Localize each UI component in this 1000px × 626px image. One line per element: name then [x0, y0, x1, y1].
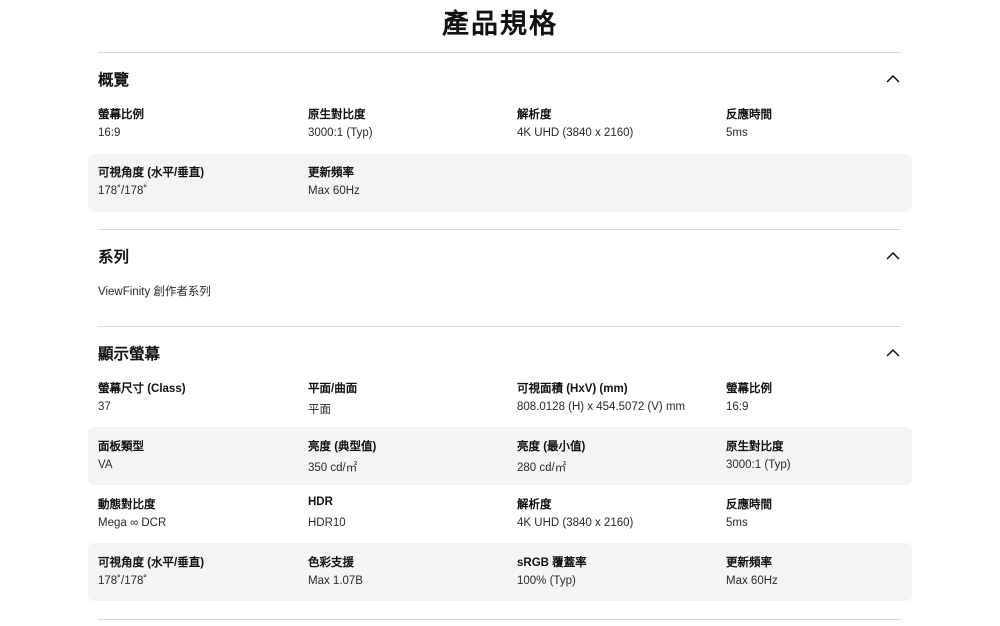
spec-label: 可視面積 (HxV) (mm): [517, 383, 628, 395]
spec-value: 5ms: [726, 517, 748, 529]
spec-value: 4K UHD (3840 x 2160): [517, 127, 634, 139]
spec-value: HDR10: [308, 517, 346, 529]
page-title: 產品規格: [442, 9, 558, 39]
spec-label: 亮度 (最小值): [517, 441, 586, 453]
spec-value: 100% (Typ): [517, 575, 576, 587]
spec-label: 亮度 (典型值): [308, 441, 377, 453]
spec-label: 色彩支援: [308, 557, 354, 569]
spec-row: 可視角度 (水平/垂直) 178˚/178˚ 色彩支援 Max 1.07B sR…: [88, 543, 912, 601]
spec-value: 37: [98, 401, 111, 413]
spec-label: 反應時間: [726, 499, 772, 511]
spec-value: Max 1.07B: [308, 575, 363, 587]
chevron-up-icon[interactable]: [883, 345, 903, 359]
section-title-series[interactable]: 系列: [98, 245, 129, 267]
spec-value: 16:9: [726, 401, 749, 413]
spec-label: 螢幕比例: [726, 383, 772, 395]
section-title-display[interactable]: 顯示螢幕: [98, 342, 160, 364]
spec-value: 4K UHD (3840 x 2160): [517, 517, 634, 529]
spec-value: Mega ∞ DCR: [98, 517, 167, 529]
spec-value: 3000:1 (Typ): [308, 127, 373, 139]
spec-row: 螢幕比例 16:9 原生對比度 3000:1 (Typ) 解析度 4K UHD …: [88, 101, 912, 159]
spec-value: 16:9: [98, 127, 121, 139]
spec-label: 平面/曲面: [308, 383, 358, 395]
chevron-up-icon[interactable]: [883, 71, 903, 85]
spec-label: 解析度: [517, 499, 552, 511]
section-title-overview[interactable]: 概覽: [98, 68, 129, 90]
chevron-up-icon[interactable]: [883, 248, 903, 262]
spec-value: Max 60Hz: [308, 185, 360, 197]
spec-label: 解析度: [517, 109, 552, 121]
spec-label: 可視角度 (水平/垂直): [98, 167, 205, 179]
spec-value: 178˚/178˚: [98, 575, 148, 587]
spec-label: sRGB 覆蓋率: [517, 557, 587, 569]
section-divider: [98, 229, 901, 230]
spec-label: 反應時間: [726, 109, 772, 121]
spec-row: 動態對比度 Mega ∞ DCR HDR HDR10 解析度 4K UHD (3…: [88, 485, 912, 543]
spec-page: 產品規格 概覽 螢幕比例 16:9 原生對比度 3000:1 (Typ) 解析度…: [0, 0, 1000, 626]
spec-row: 面板類型 VA 亮度 (典型值) 350 cd/㎡ 亮度 (最小值) 280 c…: [88, 427, 912, 485]
spec-label: 原生對比度: [308, 109, 366, 121]
spec-value: VA: [98, 459, 113, 471]
section-divider: [98, 326, 901, 327]
spec-value: 280 cd/㎡: [517, 462, 567, 474]
spec-value: 5ms: [726, 127, 748, 139]
spec-label: 原生對比度: [726, 441, 784, 453]
spec-label: 可視角度 (水平/垂直): [98, 557, 205, 569]
spec-label: 螢幕尺寸 (Class): [98, 383, 186, 395]
spec-row: 螢幕尺寸 (Class) 37 平面/曲面 平面 可視面積 (HxV) (mm)…: [88, 375, 912, 433]
series-value: ViewFinity 創作者系列: [98, 286, 211, 298]
spec-label: 更新頻率: [308, 167, 354, 179]
section-divider: [98, 619, 901, 620]
spec-label: 螢幕比例: [98, 109, 144, 121]
spec-value: 178˚/178˚: [98, 185, 148, 197]
spec-value: 808.0128 (H) x 454.5072 (V) mm: [517, 401, 686, 413]
spec-label: 更新頻率: [726, 557, 772, 569]
spec-value: 350 cd/㎡: [308, 462, 358, 474]
spec-row: 可視角度 (水平/垂直) 178˚/178˚ 更新頻率 Max 60Hz: [88, 154, 912, 212]
section-divider: [98, 52, 901, 53]
spec-label: 面板類型: [98, 441, 144, 453]
spec-label: HDR: [308, 496, 333, 508]
spec-label: 動態對比度: [98, 499, 156, 511]
spec-value: Max 60Hz: [726, 575, 778, 587]
spec-value: 3000:1 (Typ): [726, 459, 791, 471]
spec-value: 平面: [308, 404, 331, 416]
